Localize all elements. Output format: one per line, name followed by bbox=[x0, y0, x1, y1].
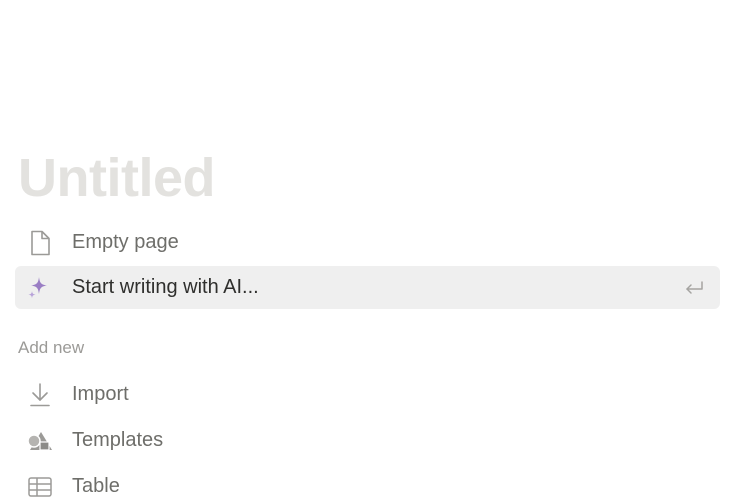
table-label: Table bbox=[72, 475, 120, 497]
empty-page-label: Empty page bbox=[72, 231, 179, 253]
enter-icon bbox=[682, 276, 706, 300]
import-label: Import bbox=[72, 383, 129, 405]
add-new-heading: Add new bbox=[18, 338, 85, 357]
table-option[interactable]: Table bbox=[15, 465, 720, 500]
import-icon bbox=[25, 380, 55, 410]
start-writing-with-ai-label: Start writing with AI... bbox=[72, 276, 259, 298]
page-title-input[interactable]: Untitled bbox=[18, 143, 215, 213]
new-page-view: Untitled Empty page Start writing with A… bbox=[0, 0, 740, 500]
page-icon bbox=[25, 228, 55, 258]
templates-label: Templates bbox=[72, 429, 164, 451]
templates-option[interactable]: Templates bbox=[15, 419, 720, 462]
import-option[interactable]: Import bbox=[15, 373, 720, 416]
start-writing-with-ai-option[interactable]: Start writing with AI... bbox=[15, 266, 720, 309]
ai-sparkle-icon bbox=[25, 273, 55, 303]
templates-icon bbox=[25, 426, 55, 456]
empty-page-option[interactable]: Empty page bbox=[15, 221, 720, 264]
table-icon bbox=[25, 472, 55, 500]
